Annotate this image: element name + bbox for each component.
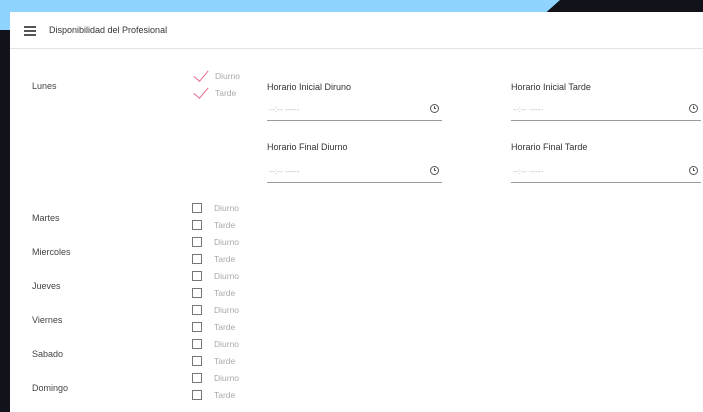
day-label-sabado: Sabado: [32, 349, 64, 359]
page-title: Disponibilidad del Profesional: [49, 25, 168, 35]
day-label-domingo: Domingo: [32, 383, 69, 393]
checkbox-lunes-diurno-checked-icon[interactable]: [193, 66, 209, 82]
end-morning-value: --:-- -----: [269, 166, 300, 176]
start-afternoon-label: Horario Inicial Tarde: [511, 82, 591, 92]
end-afternoon-input[interactable]: --:-- -----: [511, 162, 701, 183]
end-morning-input[interactable]: --:-- -----: [267, 162, 442, 183]
checkbox-martes-tarde-label: Tarde: [214, 220, 236, 230]
checkbox-miercoles-tarde[interactable]: [192, 254, 202, 264]
day-label-jueves: Jueves: [32, 281, 61, 291]
start-afternoon-value: --:-- -----: [513, 104, 544, 114]
checkbox-miercoles-diurno-label: Diurno: [214, 237, 240, 247]
start-morning-input[interactable]: --:-- -----: [267, 100, 442, 121]
app-bar: Disponibilidad del Profesional: [10, 12, 703, 49]
checkbox-lunes-diurno-label: Diurno: [215, 71, 241, 81]
clock-icon[interactable]: [689, 104, 698, 113]
day-label-lunes: Lunes: [32, 81, 57, 91]
checkbox-jueves-diurno[interactable]: [192, 271, 202, 281]
clock-icon[interactable]: [430, 166, 439, 175]
checkbox-lunes-tarde-checked-icon[interactable]: [193, 83, 209, 99]
checkbox-domingo-diurno[interactable]: [192, 373, 202, 383]
end-afternoon-value: --:-- -----: [513, 166, 544, 176]
start-morning-value: --:-- -----: [269, 104, 300, 114]
checkbox-jueves-diurno-label: Diurno: [214, 271, 240, 281]
end-morning-label: Horario Final Diurno: [267, 142, 348, 152]
clock-icon[interactable]: [430, 104, 439, 113]
checkbox-viernes-diurno[interactable]: [192, 305, 202, 315]
checkbox-sabado-diurno-label: Diurno: [214, 339, 240, 349]
app-window: Disponibilidad del Profesional Lunes Diu…: [10, 12, 703, 412]
checkbox-viernes-tarde[interactable]: [192, 322, 202, 332]
checkbox-martes-diurno[interactable]: [192, 203, 202, 213]
end-afternoon-label: Horario Final Tarde: [511, 142, 588, 152]
start-afternoon-input[interactable]: --:-- -----: [511, 100, 701, 121]
checkbox-domingo-diurno-label: Diurno: [214, 373, 240, 383]
checkbox-miercoles-diurno[interactable]: [192, 237, 202, 247]
checkbox-sabado-tarde-label: Tarde: [214, 356, 236, 366]
checkbox-sabado-tarde[interactable]: [192, 356, 202, 366]
menu-icon[interactable]: [24, 25, 36, 36]
clock-icon[interactable]: [689, 166, 698, 175]
checkbox-martes-tarde[interactable]: [192, 220, 202, 230]
day-label-miercoles: Miercoles: [32, 247, 71, 257]
start-morning-label: Horario Inicial Diruno: [267, 82, 352, 92]
day-label-martes: Martes: [32, 213, 60, 223]
checkbox-jueves-tarde-label: Tarde: [214, 288, 236, 298]
checkbox-viernes-diurno-label: Diurno: [214, 305, 240, 315]
checkbox-domingo-tarde-label: Tarde: [214, 390, 236, 400]
checkbox-viernes-tarde-label: Tarde: [214, 322, 236, 332]
day-label-viernes: Viernes: [32, 315, 63, 325]
checkbox-martes-diurno-label: Diurno: [214, 203, 240, 213]
checkbox-domingo-tarde[interactable]: [192, 390, 202, 400]
checkbox-miercoles-tarde-label: Tarde: [214, 254, 236, 264]
checkbox-lunes-tarde-label: Tarde: [215, 88, 237, 98]
checkbox-sabado-diurno[interactable]: [192, 339, 202, 349]
checkbox-jueves-tarde[interactable]: [192, 288, 202, 298]
